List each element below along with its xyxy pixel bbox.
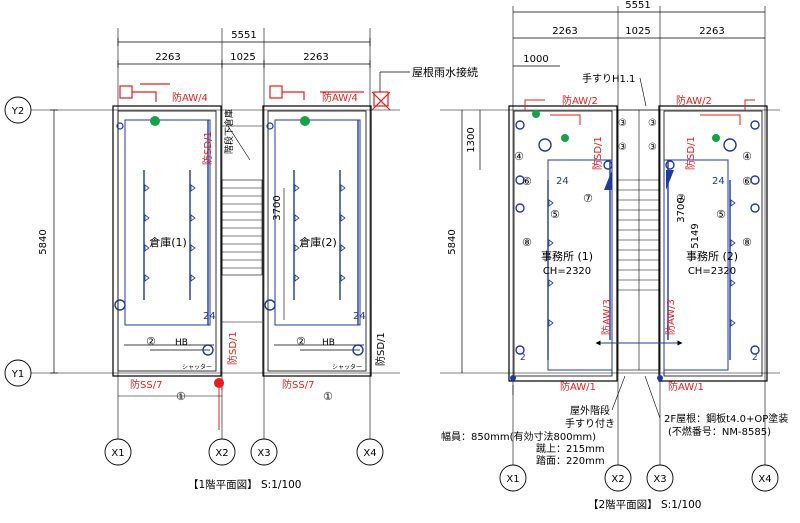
f1-hb-right: HB <box>322 338 335 348</box>
floor1-plan: 5551 2263 1025 2263 5840 3700 屋根雨水接続 防AW… <box>4 28 478 491</box>
f2-room-right: 事務所 (2) <box>686 249 738 263</box>
f2-n24-right: 24 <box>712 176 725 187</box>
f2-roof-no: (不燃番号：NM-8585) <box>668 425 771 438</box>
f1-dim-right: 2263 <box>303 52 328 63</box>
f2-circle6-left: ⑥ <box>522 175 532 188</box>
f2-circle3-b: ③ <box>648 142 657 153</box>
f2-n24-left: 24 <box>556 176 569 187</box>
f2-circle4-left: ④ <box>514 150 524 163</box>
f1-grid-x3: X3 <box>257 448 270 459</box>
f2-circle4-right: ④ <box>742 150 752 163</box>
f2-roof-note: 2F屋根：鋼板t4.0+OP塗装 <box>664 412 788 425</box>
f2-handrail-note: 手すりH1.1 <box>582 72 635 85</box>
f2-dim-5149: 5149 <box>690 223 701 248</box>
f1-room-right: 倉庫(2) <box>299 235 337 249</box>
f1-wall-sd-right: 防SD/1 <box>374 332 387 366</box>
f2-dim-left: 2263 <box>552 26 577 37</box>
f1-grid-y2: Y2 <box>11 106 24 117</box>
f2-grid-x1: X1 <box>506 474 519 485</box>
f1-dim-stair: 3700 <box>272 195 283 220</box>
f1-wall-sd-mid: 防SD/1 <box>226 331 239 365</box>
f1-circle1-b: ① <box>323 390 333 403</box>
f1-n24-right: 24 <box>353 311 366 322</box>
f2-circle2-right: 2 <box>752 353 758 363</box>
f1-wall-ss-left: 防SS/7 <box>130 378 162 391</box>
f2-ext-rail: 手すり付き <box>565 417 615 430</box>
f2-stair-tread: 踏面：220mm <box>536 454 605 467</box>
f2-dim-h1300: 1300 <box>466 127 477 152</box>
f2-caption: 【2階平面図】 S:1/100 <box>588 499 701 511</box>
f2-dim-sub: 1000 <box>523 54 548 65</box>
f1-grid-x2: X2 <box>215 448 228 459</box>
f2-circle3-mid: ③ <box>648 118 657 129</box>
f2-grid-x4: X4 <box>758 474 771 485</box>
f2-wall-sd-left: 防SD/1 <box>591 136 604 170</box>
f2-dim-mid: 1025 <box>625 26 650 37</box>
f2-room-left-ch: CH=2320 <box>543 266 591 277</box>
f2-grid-x2: X2 <box>611 474 624 485</box>
f1-dim-total: 5551 <box>231 30 256 41</box>
f1-wall-ss-right: 防SS/7 <box>282 378 314 391</box>
f1-shutter-right: シャッター <box>332 363 362 371</box>
f2-circle5-right: ⑤ <box>716 208 726 221</box>
f1-grid-y1: Y1 <box>11 369 24 380</box>
f2-circle3-a: ③ <box>618 142 627 153</box>
f2-dim-height: 5840 <box>447 229 458 254</box>
f2-wall-top-right: 防AW/2 <box>676 94 712 107</box>
f1-wall-top-right: 防AW/4 <box>322 91 358 104</box>
f2-ext-stair: 屋外階段 <box>570 404 610 417</box>
f1-grid-x1: X1 <box>111 448 124 459</box>
f2-dim-stair: 3700 <box>676 197 687 222</box>
f2-circle8-right: ⑧ <box>742 236 752 249</box>
f1-dim-height: 5840 <box>38 229 49 254</box>
f1-circle1: ① <box>176 390 186 403</box>
f2-dim-right: 2263 <box>699 26 724 37</box>
f1-roof-rain-note: 屋根雨水接続 <box>412 65 478 79</box>
f2-room-left: 事務所 (1) <box>541 249 593 263</box>
f1-wall-sd-upper: 防SD/1 <box>201 131 214 165</box>
f1-caption: 【1階平面図】 S:1/100 <box>188 479 301 491</box>
f2-circle6-right: ⑥ <box>742 175 752 188</box>
f1-wall-top-left: 防AW/4 <box>172 91 208 104</box>
f1-dim-left: 2263 <box>155 52 180 63</box>
f2-circle7-left: ⑦ <box>583 192 593 205</box>
f2-wall-aw3-right: 防AW/3 <box>664 299 677 335</box>
f1-circle2-right: ② <box>296 335 306 348</box>
f2-wall-sd-right: 防SD/1 <box>684 136 697 170</box>
f1-n24-left: 24 <box>203 311 216 322</box>
f2-stair-riser: 蹴上：215mm <box>536 442 605 455</box>
f1-grid-x4: X4 <box>363 448 376 459</box>
f1-shutter-left: シャッター <box>182 363 212 371</box>
floor-plan-drawing: 5551 2263 1025 2263 5840 3700 屋根雨水接続 防AW… <box>4 0 788 511</box>
f2-room-right-ch: CH=2320 <box>688 266 736 277</box>
f2-stair-width: 幅員：850mm(有効寸法800mm) <box>441 430 596 443</box>
f2-wall-bot-right: 防AW/1 <box>668 380 704 393</box>
f2-circle2-left: 2 <box>520 353 526 363</box>
f1-dim-mid: 1025 <box>230 52 255 63</box>
f2-wall-bot-left: 防AW/1 <box>560 380 596 393</box>
f2-circle3-left: ③ <box>618 118 627 129</box>
floor2-plan: 5551 2263 1025 2263 1000 1300 5840 手すりH1… <box>440 0 788 511</box>
f2-wall-top-left: 防AW/2 <box>562 94 598 107</box>
f2-wall-aw3-left: 防AW/3 <box>600 299 613 335</box>
f1-circle2-left: ② <box>146 335 156 348</box>
f2-circle5-left: ⑤ <box>550 208 560 221</box>
f1-room-left: 倉庫(1) <box>149 235 187 249</box>
f1-stair-note: 階段下倉庫 <box>223 109 235 154</box>
f1-hb-left: HB <box>175 338 188 348</box>
f2-grid-x3: X3 <box>653 474 666 485</box>
f2-dim-total: 5551 <box>625 0 650 11</box>
f2-circle8-left: ⑧ <box>522 236 532 249</box>
